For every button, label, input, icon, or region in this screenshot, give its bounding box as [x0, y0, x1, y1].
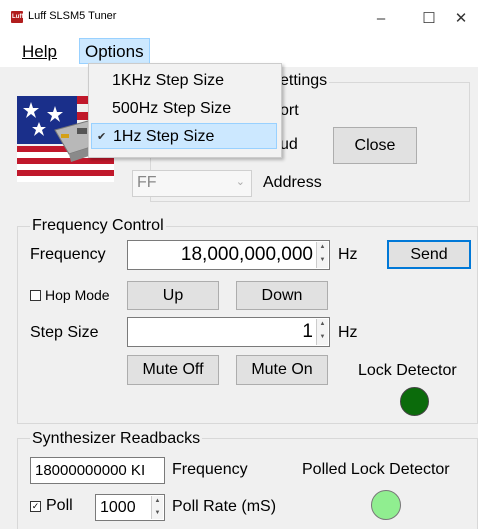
address-select[interactable]: FF ⌄ [132, 170, 252, 197]
spin-down-icon[interactable]: ▼ [152, 508, 163, 520]
spin-up-icon[interactable]: ▲ [152, 496, 163, 508]
menu-options[interactable]: Options [79, 38, 150, 64]
app-icon-text: Luff [12, 14, 24, 20]
step-size-value: 1 [302, 321, 313, 342]
step-size-label: Step Size [30, 324, 99, 341]
lock-detector-label: Lock Detector [358, 362, 457, 379]
poll-rate-spinner[interactable]: ▲ ▼ [151, 496, 163, 519]
readback-frequency-label: Frequency [172, 461, 248, 478]
send-button[interactable]: Send [387, 240, 471, 269]
menu-item-label: 1KHz Step Size [112, 72, 225, 89]
frequency-spinner[interactable]: ▲ ▼ [316, 242, 328, 268]
address-label: Address [263, 174, 322, 191]
hop-mode-checkbox[interactable]: Hop Mode [30, 287, 110, 303]
frequency-control-title: Frequency Control [30, 217, 166, 235]
spin-up-icon[interactable]: ▲ [317, 319, 328, 332]
step-size-input[interactable]: 1 ▲ ▼ [127, 317, 330, 347]
readback-frequency-value: 18000000000 KI [35, 462, 146, 479]
menu-item-label: 500Hz Step Size [112, 100, 232, 117]
poll-label: Poll [46, 497, 73, 514]
spin-down-icon[interactable]: ▼ [317, 332, 328, 345]
options-dropdown: 1KHz Step Size 500Hz Step Size ✔ 1Hz Ste… [88, 63, 282, 158]
menu-item-1hz-step[interactable]: ✔ 1Hz Step Size [91, 123, 277, 149]
poll-rate-label: Poll Rate (mS) [172, 498, 277, 515]
menu-item-500hz-step[interactable]: 500Hz Step Size [91, 96, 277, 122]
hop-mode-label: Hop Mode [45, 287, 110, 303]
polled-lock-detector-label: Polled Lock Detector [302, 461, 450, 478]
checkmark-icon: ✔ [97, 131, 107, 143]
menu-item-1khz-step[interactable]: 1KHz Step Size [91, 68, 277, 94]
down-button[interactable]: Down [236, 281, 328, 310]
step-size-spinner[interactable]: ▲ ▼ [316, 319, 328, 345]
window-title: Luff SLSM5 Tuner [28, 10, 117, 22]
port-label: ort [280, 102, 299, 119]
hop-mode-checkbox-box[interactable] [30, 289, 41, 301]
frequency-unit: Hz [338, 246, 358, 263]
polled-lock-detector-indicator [371, 490, 401, 520]
readback-frequency-field[interactable]: 18000000000 KI [30, 457, 165, 484]
mute-on-button[interactable]: Mute On [236, 355, 328, 385]
up-button[interactable]: Up [127, 281, 219, 310]
menu-options-label: Options [85, 42, 144, 61]
poll-rate-value: 1000 [100, 499, 136, 516]
chevron-down-icon: ⌄ [235, 176, 245, 188]
spin-down-icon[interactable]: ▼ [317, 255, 328, 268]
mute-off-button[interactable]: Mute Off [127, 355, 219, 385]
menu-item-label: 1Hz Step Size [113, 128, 215, 145]
frequency-value: 18,000,000,000 [180, 244, 313, 265]
poll-rate-input[interactable]: 1000 ▲ ▼ [95, 494, 165, 521]
poll-checkbox-box[interactable]: ✓ [30, 500, 41, 512]
close-window-button[interactable]: ✕ [444, 4, 478, 32]
poll-checkbox[interactable]: ✓ Poll [30, 497, 73, 515]
lock-detector-indicator [400, 387, 429, 416]
minimize-button[interactable]: – [358, 4, 404, 32]
app-icon: Luff [11, 11, 23, 23]
synth-readbacks-title: Synthesizer Readbacks [30, 430, 203, 448]
menu-help-label: Help [22, 42, 57, 61]
title-bar: Luff Luff SLSM5 Tuner – ☐ ✕ [0, 0, 478, 36]
close-button[interactable]: Close [333, 127, 417, 164]
menu-help[interactable]: Help [17, 39, 62, 64]
settings-group-title: ettings [280, 72, 330, 90]
step-size-unit: Hz [338, 324, 358, 341]
baud-label: ud [280, 136, 298, 153]
frequency-label: Frequency [30, 246, 106, 263]
address-value: FF [137, 174, 157, 191]
frequency-input[interactable]: 18,000,000,000 ▲ ▼ [127, 240, 330, 270]
spin-up-icon[interactable]: ▲ [317, 242, 328, 255]
